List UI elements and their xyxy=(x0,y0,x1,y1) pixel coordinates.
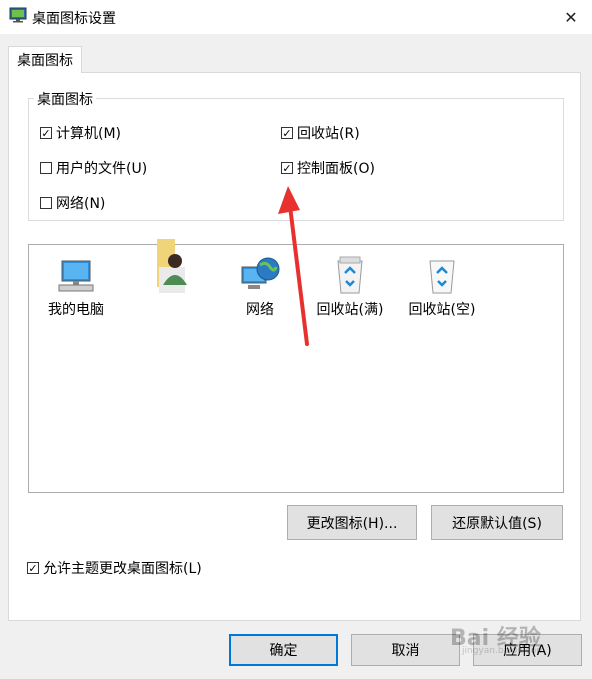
checkbox-label: 控制面板(O) xyxy=(297,161,375,177)
icon-item-user-files[interactable] xyxy=(126,239,216,299)
watermark-sub: jingyan.baidu.com xyxy=(462,646,546,656)
change-icon-button[interactable]: 更改图标(H)... xyxy=(287,505,417,540)
icon-label: 回收站(空) xyxy=(408,302,476,318)
restore-default-button[interactable]: 还原默认值(S) xyxy=(431,505,563,540)
icon-item-computer[interactable]: 我的电脑 xyxy=(31,253,121,319)
checkbox-label: 允许主题更改桌面图标(L) xyxy=(43,561,202,577)
computer-icon xyxy=(31,253,121,295)
checkbox-label: 网络(N) xyxy=(56,196,106,212)
checkbox-computer[interactable]: ✓ 计算机(M) xyxy=(40,123,121,143)
user-files-icon xyxy=(126,239,216,295)
checkbox-network[interactable]: 网络(N) xyxy=(40,193,105,213)
checkbox-box[interactable]: ✓ xyxy=(40,127,52,139)
checkbox-user-files[interactable]: 用户的文件(U) xyxy=(40,158,147,178)
desktop-settings-icon xyxy=(9,7,27,23)
checkbox-box[interactable]: ✓ xyxy=(27,562,39,574)
checkbox-label: 计算机(M) xyxy=(56,126,122,142)
group-legend: 桌面图标 xyxy=(34,89,96,109)
tab-label: 桌面图标 xyxy=(17,53,73,69)
checkbox-allow-themes[interactable]: ✓ 允许主题更改桌面图标(L) xyxy=(27,558,202,578)
checkbox-recycle-bin[interactable]: ✓ 回收站(R) xyxy=(281,123,360,143)
recycle-bin-empty-icon xyxy=(397,253,487,295)
checkbox-label: 回收站(R) xyxy=(297,126,360,142)
checkbox-label: 用户的文件(U) xyxy=(56,161,148,177)
icon-item-recycle-bin-empty[interactable]: 回收站(空) xyxy=(397,253,487,319)
checkbox-control-panel[interactable]: ✓ 控制面板(O) xyxy=(281,158,375,178)
icon-label: 我的电脑 xyxy=(48,302,104,318)
cancel-button[interactable]: 取消 xyxy=(351,634,460,666)
close-button[interactable]: ✕ xyxy=(556,4,586,30)
window-title: 桌面图标设置 xyxy=(32,11,116,27)
annotation-arrow-icon xyxy=(270,178,330,348)
checkbox-box[interactable] xyxy=(40,197,52,209)
ok-button[interactable]: 确定 xyxy=(229,634,338,666)
checkbox-box[interactable] xyxy=(40,162,52,174)
checkbox-box[interactable]: ✓ xyxy=(281,127,293,139)
tab-desktop-icons[interactable]: 桌面图标 xyxy=(8,46,82,73)
close-icon: ✕ xyxy=(564,7,578,27)
checkbox-box[interactable]: ✓ xyxy=(281,162,293,174)
